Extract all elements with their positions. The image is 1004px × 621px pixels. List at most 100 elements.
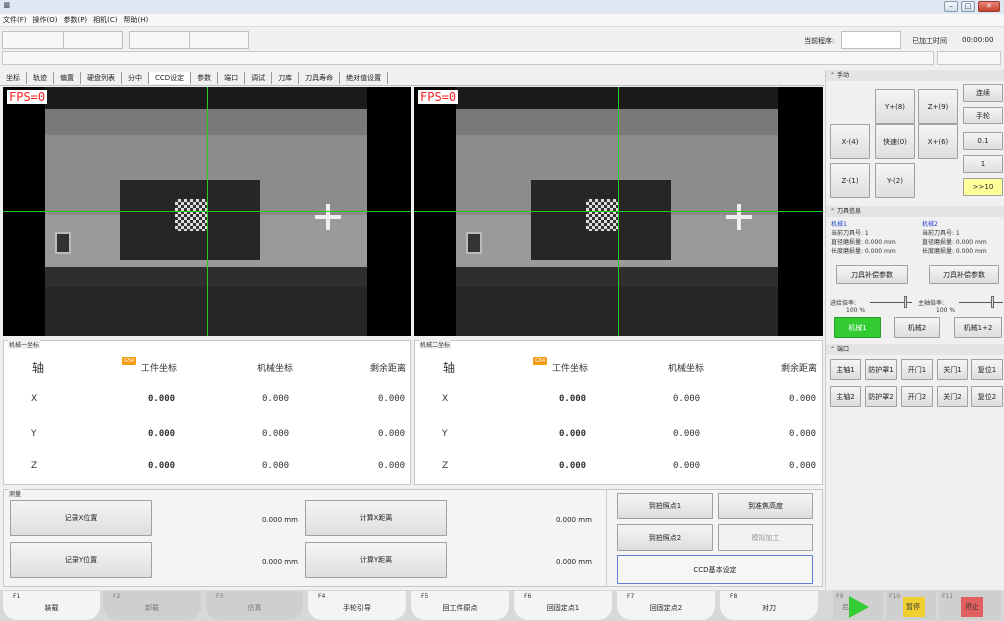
tool-m1-length: 长度磨损量: 0.000 mm bbox=[831, 248, 896, 255]
machine-y: 0.000 bbox=[262, 429, 290, 439]
function-key-bar: F1 装载 F2 卸载 F3 仿真 F4 手轮引导 F5 回工件原点 F6 回固定点1 F7… bbox=[0, 590, 1004, 621]
reset-1-button[interactable]: 复位1 bbox=[971, 359, 1003, 380]
spindle-rate-thumb[interactable] bbox=[991, 296, 994, 308]
jog-z-minus-button[interactable]: Z-(1) bbox=[830, 163, 870, 198]
close-door-2-button[interactable]: 关门2 bbox=[937, 386, 968, 407]
guard-2-button[interactable]: 防护罩2 bbox=[865, 386, 897, 407]
f6-fixed-point-1-button[interactable]: F6 回固定点1 bbox=[514, 591, 612, 620]
tool-comp-m1-button[interactable]: 刀具补偿参数 bbox=[836, 265, 908, 284]
chevron-up-icon: ⌃ bbox=[830, 346, 837, 353]
right-panel: ⌃ 手动 Y+(8) Z+(9) X-(4) 快速(0) X+(6) Z-(1)… bbox=[825, 70, 1004, 589]
port-header[interactable]: ⌃ 端口 bbox=[826, 344, 1004, 355]
f3-simulate-button[interactable]: F3 仿真 bbox=[206, 591, 303, 620]
close-door-1-button[interactable]: 关门1 bbox=[937, 359, 968, 380]
calc-y-button[interactable]: 计算Y距离 bbox=[305, 542, 447, 578]
calc-x-button[interactable]: 计算X距离 bbox=[305, 500, 447, 536]
maximize-button[interactable]: □ bbox=[961, 1, 975, 12]
tab-params[interactable]: 参数 bbox=[191, 71, 219, 84]
tab-ccd[interactable]: CCD设定 bbox=[149, 71, 192, 84]
reset-2-button[interactable]: 复位2 bbox=[971, 386, 1003, 407]
work-z: 0.000 bbox=[148, 461, 176, 471]
f2-unload-button[interactable]: F2 卸载 bbox=[103, 591, 201, 620]
group-title: 机械二坐标 bbox=[419, 340, 452, 349]
menu-operate[interactable]: 操作(O) bbox=[33, 16, 58, 24]
simulate-button[interactable]: 模拟加工 bbox=[718, 524, 813, 551]
f5-work-origin-button[interactable]: F5 回工件原点 bbox=[411, 591, 509, 620]
axis-y: Y bbox=[442, 429, 448, 439]
machine2-coord-group: 机械二坐标 轴 G54 工件坐标 机械坐标 剩余距离 X 0.000 0.000… bbox=[414, 340, 823, 485]
photo-point-1-button[interactable]: 到拍照点1 bbox=[617, 493, 713, 519]
f7-fixed-point-2-button[interactable]: F7 回固定点2 bbox=[617, 591, 715, 620]
machine-1-button[interactable]: 机械1 bbox=[834, 317, 881, 338]
f8-tool-setting-button[interactable]: F8 对刀 bbox=[720, 591, 818, 620]
menu-file[interactable]: 文件(F) bbox=[3, 16, 27, 24]
tab-port[interactable]: 端口 bbox=[218, 71, 246, 84]
record-x-button[interactable]: 记录X位置 bbox=[10, 500, 152, 536]
jog-z-plus-button[interactable]: Z+(9) bbox=[918, 89, 958, 124]
machine-1-2-button[interactable]: 机械1+2 bbox=[954, 317, 1002, 338]
photo-point-2-button[interactable]: 到拍照点2 bbox=[617, 524, 713, 551]
spindle-1-button[interactable]: 主轴1 bbox=[830, 359, 861, 380]
machine-z: 0.000 bbox=[262, 461, 290, 471]
guard-1-button[interactable]: 防护罩1 bbox=[865, 359, 897, 380]
tab-disk-list[interactable]: 硬盘列表 bbox=[81, 71, 122, 84]
f10-pause-button[interactable]: F10 暂停 bbox=[886, 591, 936, 620]
g54-badge: G54 bbox=[533, 357, 548, 365]
ccd-settings-button[interactable]: CCD基本设定 bbox=[617, 555, 813, 584]
step-10-button[interactable]: >>10 bbox=[963, 178, 1003, 196]
remaining-header: 剩余距离 bbox=[370, 364, 407, 374]
remain-x: 0.000 bbox=[378, 394, 406, 404]
machine-coord-header: 机械坐标 bbox=[668, 364, 705, 374]
tab-tool-life[interactable]: 刀具寿命 bbox=[299, 71, 341, 84]
axis-header: 轴 bbox=[32, 361, 45, 375]
tool-header[interactable]: ⌃ 刀具信息 bbox=[826, 206, 1004, 217]
jog-fast-button[interactable]: 快速(0) bbox=[875, 124, 915, 159]
work-y: 0.000 bbox=[559, 429, 587, 439]
f11-stop-button[interactable]: F11 停止 bbox=[939, 591, 1001, 620]
jog-y-minus-button[interactable]: Y-(2) bbox=[875, 163, 915, 198]
spindle-2-button[interactable]: 主轴2 bbox=[830, 386, 861, 407]
fps-label: FPS=0 bbox=[7, 90, 48, 104]
tool-title: 刀具信息 bbox=[836, 208, 861, 215]
menu-params[interactable]: 参数(P) bbox=[63, 16, 87, 24]
spindle-rate-slider[interactable] bbox=[959, 302, 1003, 303]
tool-comp-m2-button[interactable]: 刀具补偿参数 bbox=[929, 265, 999, 284]
menu-help[interactable]: 帮助(H) bbox=[124, 16, 149, 24]
minimize-button[interactable]: – bbox=[944, 1, 958, 12]
f9-start-button[interactable]: F9启动 bbox=[833, 591, 883, 620]
open-door-2-button[interactable]: 开门2 bbox=[901, 386, 933, 407]
g54-badge: G54 bbox=[122, 357, 137, 365]
current-program-field[interactable] bbox=[841, 31, 901, 49]
step-0-1-button[interactable]: 0.1 bbox=[963, 132, 1003, 150]
tab-coord[interactable]: 坐标 bbox=[0, 71, 27, 84]
handwheel-mode-button[interactable]: 手轮 bbox=[963, 107, 1003, 124]
open-door-1-button[interactable]: 开门1 bbox=[901, 359, 933, 380]
continuous-mode-button[interactable]: 连续 bbox=[963, 84, 1003, 102]
focus-height-button[interactable]: 到准焦高度 bbox=[718, 493, 813, 519]
close-button[interactable]: ✕ bbox=[978, 1, 1000, 12]
jog-x-minus-button[interactable]: X-(4) bbox=[830, 124, 870, 159]
tool-m2-label: 机械2 bbox=[922, 221, 938, 228]
app-icon: ≡ bbox=[3, 1, 11, 11]
tab-centering[interactable]: 分中 bbox=[122, 71, 149, 84]
tab-offset[interactable]: 偏置 bbox=[54, 71, 81, 84]
feed-rate-thumb[interactable] bbox=[904, 296, 907, 308]
f4-handwheel-button[interactable]: F4 手轮引导 bbox=[308, 591, 406, 620]
tab-debug[interactable]: 调试 bbox=[245, 71, 273, 84]
tab-absolute[interactable]: 绝对值设置 bbox=[340, 71, 389, 84]
menu-camera[interactable]: 相机(C) bbox=[93, 16, 117, 24]
tab-trajectory[interactable]: 轨迹 bbox=[27, 71, 54, 84]
status-box-2 bbox=[63, 31, 123, 49]
machine-x: 0.000 bbox=[262, 394, 290, 404]
f1-load-button[interactable]: F1 装载 bbox=[3, 591, 100, 620]
record-y-button[interactable]: 记录Y位置 bbox=[10, 542, 152, 578]
remain-x: 0.000 bbox=[789, 394, 817, 404]
status-box-3 bbox=[129, 31, 190, 49]
jog-x-plus-button[interactable]: X+(6) bbox=[918, 124, 958, 159]
step-1-button[interactable]: 1 bbox=[963, 155, 1003, 173]
machine-2-button[interactable]: 机械2 bbox=[894, 317, 940, 338]
manual-header[interactable]: ⌃ 手动 bbox=[826, 70, 1004, 81]
tab-tool-magazine[interactable]: 刀库 bbox=[272, 71, 300, 84]
jog-y-plus-button[interactable]: Y+(8) bbox=[875, 89, 915, 124]
axis-z: Z bbox=[31, 461, 38, 471]
